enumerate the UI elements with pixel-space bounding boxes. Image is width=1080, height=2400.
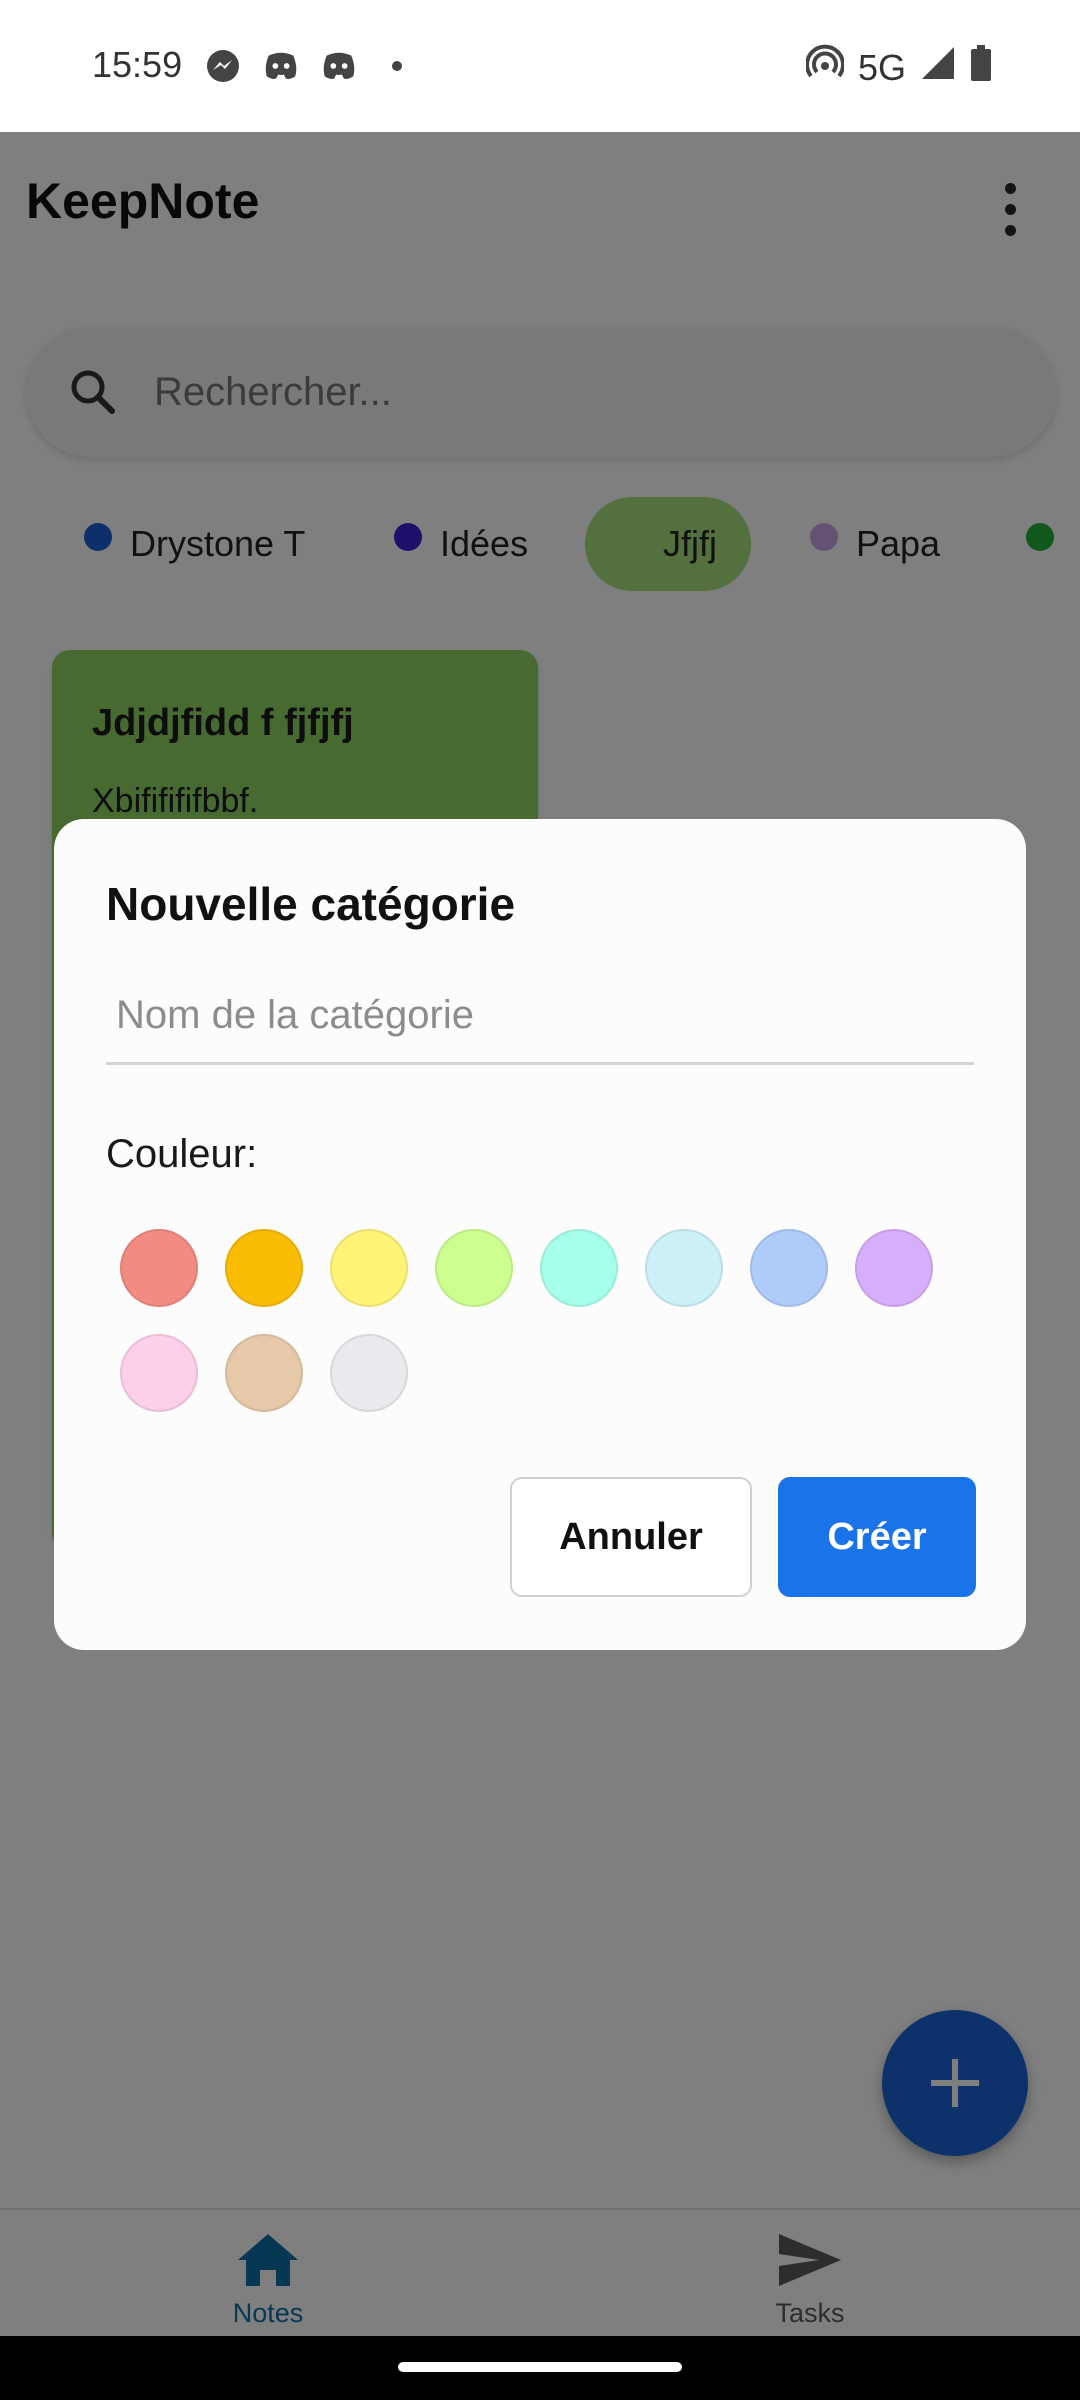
color-label: Couleur: xyxy=(106,1132,258,1176)
signal-icon xyxy=(920,45,956,90)
notification-icons xyxy=(205,48,415,84)
color-swatch[interactable] xyxy=(750,1229,828,1307)
discord-icon xyxy=(263,48,299,84)
network-type: 5G xyxy=(857,46,906,88)
color-swatch[interactable] xyxy=(120,1229,198,1307)
color-swatch[interactable] xyxy=(540,1229,618,1307)
color-swatch[interactable] xyxy=(225,1334,303,1412)
new-category-dialog: Nouvelle catégorie Couleur: Annuler Crée… xyxy=(54,819,1026,1650)
color-swatch[interactable] xyxy=(225,1229,303,1307)
category-name-input[interactable] xyxy=(106,969,974,1065)
navigation-gesture-bar xyxy=(0,2336,1080,2400)
dot-icon xyxy=(379,48,415,84)
discord-icon xyxy=(321,48,357,84)
color-swatch[interactable] xyxy=(330,1334,408,1412)
create-button[interactable]: Créer xyxy=(778,1477,976,1597)
color-swatch[interactable] xyxy=(855,1229,933,1307)
hotspot-icon xyxy=(805,44,845,91)
status-bar: 15:59 5G xyxy=(0,0,1080,132)
status-time: 15:59 xyxy=(92,44,183,85)
messenger-icon xyxy=(205,48,241,84)
cancel-button[interactable]: Annuler xyxy=(510,1477,752,1597)
color-swatch[interactable] xyxy=(330,1229,408,1307)
dialog-title: Nouvelle catégorie xyxy=(106,878,516,930)
color-swatch[interactable] xyxy=(120,1334,198,1412)
color-swatch[interactable] xyxy=(435,1229,513,1307)
system-icons: 5G xyxy=(805,44,992,91)
color-swatch[interactable] xyxy=(645,1229,723,1307)
battery-icon xyxy=(970,45,992,90)
home-gesture-handle[interactable] xyxy=(398,2362,682,2372)
